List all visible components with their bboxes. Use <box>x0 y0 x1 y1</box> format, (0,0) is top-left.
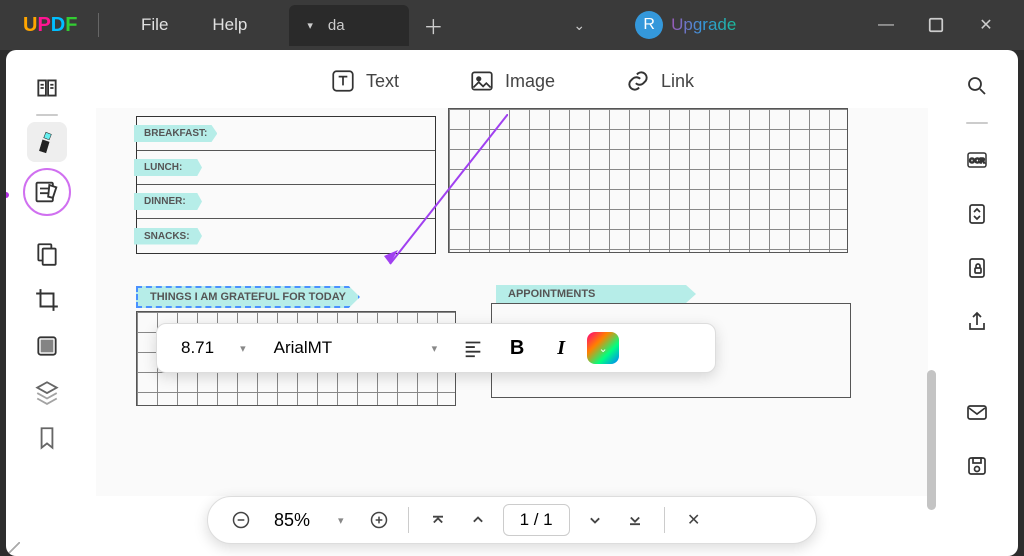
tabs-dropdown-icon[interactable]: ⌄ <box>573 17 585 34</box>
zoom-value[interactable]: 85% <box>266 510 318 531</box>
upgrade-link[interactable]: Upgrade <box>671 15 736 35</box>
link-tool[interactable]: Link <box>625 68 694 94</box>
close-button[interactable]: ✕ <box>976 15 996 35</box>
breakfast-label: BREAKFAST: <box>134 125 217 142</box>
vertical-scrollbar[interactable] <box>927 370 936 510</box>
font-family-dropdown-icon[interactable]: ▾ <box>422 342 448 355</box>
menu-help[interactable]: Help <box>190 15 269 35</box>
zoom-out-button[interactable] <box>226 505 256 535</box>
appointments-section-label: APPOINTMENTS <box>496 285 696 303</box>
align-button[interactable] <box>455 330 491 366</box>
bold-button[interactable]: B <box>499 330 535 366</box>
grateful-section-label[interactable]: THINGS I AM GRATEFUL FOR TODAY <box>136 286 360 308</box>
italic-button[interactable]: I <box>543 330 579 366</box>
link-icon <box>625 68 651 94</box>
crop-tool-button[interactable] <box>27 280 67 320</box>
separator <box>36 114 58 116</box>
email-button[interactable] <box>959 394 995 430</box>
lunch-label: LUNCH: <box>134 159 202 176</box>
next-page-button[interactable] <box>580 505 610 535</box>
page-indicator[interactable]: 1 / 1 <box>503 504 570 536</box>
page-navigation-bar: 85% ▾ 1 / 1 ✕ <box>207 496 817 544</box>
image-icon <box>469 68 495 94</box>
minimize-button[interactable]: — <box>876 15 896 35</box>
share-button[interactable] <box>959 304 995 340</box>
prev-page-button[interactable] <box>463 505 493 535</box>
edit-icon <box>33 178 61 206</box>
zoom-in-button[interactable] <box>364 505 394 535</box>
ocr-button[interactable]: OCR <box>959 142 995 178</box>
text-icon <box>330 68 356 94</box>
font-size-dropdown-icon[interactable]: ▾ <box>230 342 256 355</box>
avatar[interactable]: R <box>635 11 663 39</box>
edit-pdf-button[interactable] <box>23 168 71 216</box>
last-page-button[interactable] <box>620 505 650 535</box>
close-bar-button[interactable]: ✕ <box>679 505 709 535</box>
menu-file[interactable]: File <box>119 15 190 35</box>
dinner-label: DINNER: <box>134 193 202 210</box>
grid-area <box>448 108 848 253</box>
first-page-button[interactable] <box>423 505 453 535</box>
separator <box>664 507 665 533</box>
save-button[interactable] <box>959 448 995 484</box>
separator <box>98 13 99 37</box>
reader-mode-button[interactable] <box>27 68 67 108</box>
comment-tool-button[interactable] <box>27 122 67 162</box>
meals-table: BREAKFAST: LUNCH: DINNER: SNACKS: <box>136 116 436 254</box>
maximize-button[interactable] <box>926 15 946 35</box>
app-logo: UPDF <box>8 14 78 37</box>
chevron-down-icon[interactable]: ▾ <box>307 19 313 32</box>
protect-button[interactable] <box>959 250 995 286</box>
separator <box>966 122 988 124</box>
tab-title: da <box>328 17 345 34</box>
resize-handle[interactable] <box>6 542 20 556</box>
layers-button[interactable] <box>27 372 67 412</box>
search-button[interactable] <box>959 68 995 104</box>
convert-button[interactable] <box>959 196 995 232</box>
text-color-button[interactable]: ⌄ <box>587 332 619 364</box>
organize-pages-button[interactable] <box>27 234 67 274</box>
image-tool[interactable]: Image <box>469 68 555 94</box>
redact-tool-button[interactable] <box>27 326 67 366</box>
snacks-label: SNACKS: <box>134 228 202 245</box>
text-format-toolbar: 8.71 ▾ ArialMT ▾ B I ⌄ <box>156 323 716 373</box>
document-tab[interactable]: ▾ da <box>289 5 409 46</box>
separator <box>408 507 409 533</box>
zoom-dropdown-icon[interactable]: ▾ <box>328 514 354 527</box>
document-canvas[interactable]: BREAKFAST: LUNCH: DINNER: SNACKS: THINGS… <box>96 108 928 496</box>
font-family-value[interactable]: ArialMT <box>264 338 414 358</box>
font-size-value[interactable]: 8.71 <box>173 338 222 358</box>
text-tool[interactable]: Text <box>330 68 399 94</box>
svg-text:OCR: OCR <box>969 158 985 165</box>
add-tab-button[interactable]: ＋ <box>423 11 443 40</box>
bookmark-button[interactable] <box>27 418 67 458</box>
